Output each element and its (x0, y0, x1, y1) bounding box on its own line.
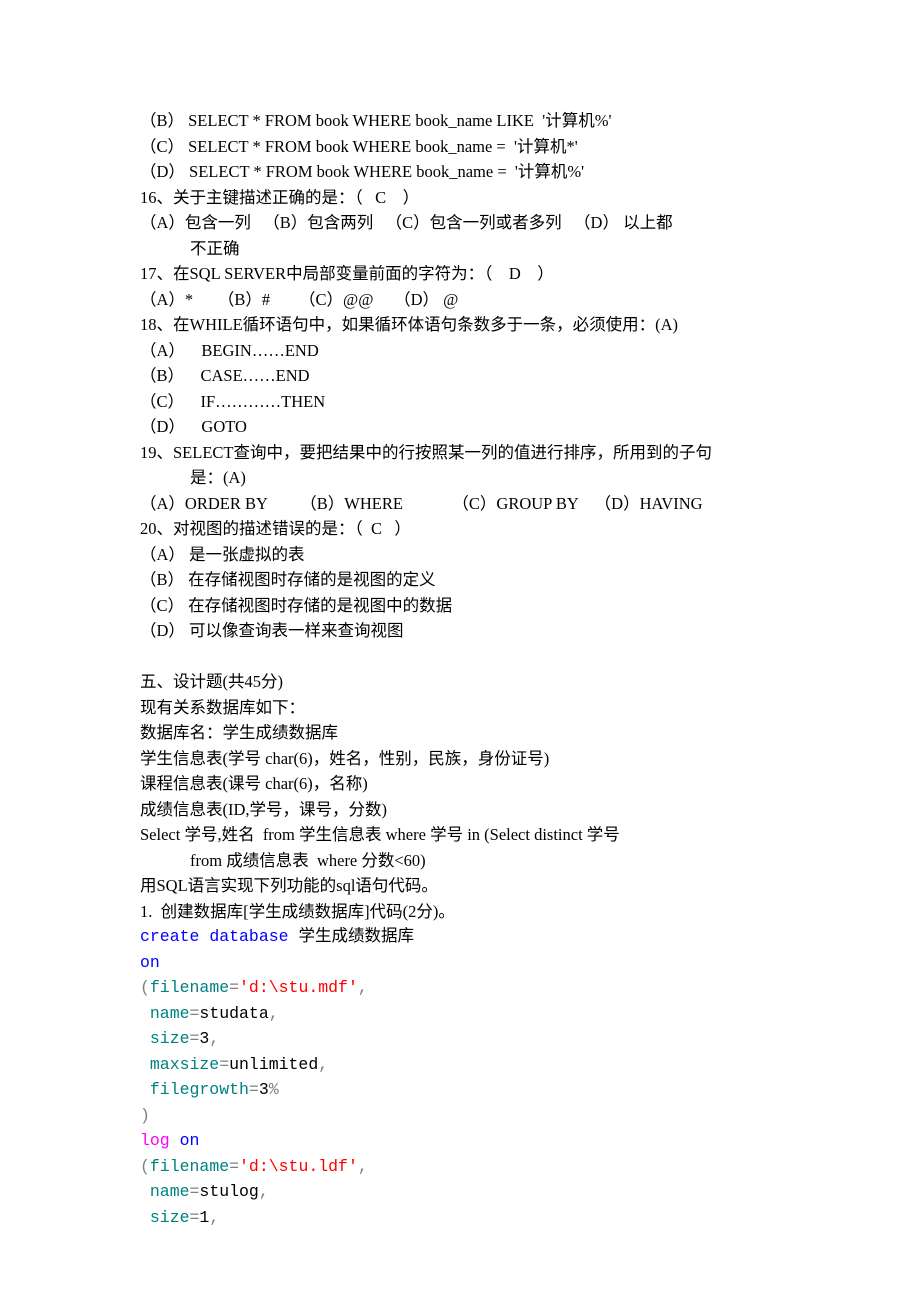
comma-3: , (209, 1029, 219, 1048)
paren-open-2: ( (140, 1157, 150, 1176)
q19-options: （A）ORDER BY （B）WHERE （C）GROUP BY （D）HAVI… (140, 491, 880, 517)
q20-option-d: （D） 可以像查询表一样来查询视图 (140, 618, 880, 644)
q18-option-c: （C） IF…………THEN (140, 389, 880, 415)
q20-option-a: （A） 是一张虚拟的表 (140, 542, 880, 568)
kw-database: database (199, 927, 288, 946)
comma-6: , (259, 1182, 269, 1201)
pct: % (269, 1080, 279, 1099)
opt-filegrowth: filegrowth (140, 1080, 249, 1099)
val-3a: 3 (199, 1029, 209, 1048)
q18-option-d: （D） GOTO (140, 414, 880, 440)
sec5-intro-2: 数据库名：学生成绩数据库 (140, 720, 880, 746)
section-5-heading: 五、设计题(共45分) (140, 669, 880, 695)
opt-name-2: name (140, 1182, 190, 1201)
str-mdf-path: 'd:\stu.mdf' (239, 978, 358, 997)
q16-stem: 16、关于主键描述正确的是：（ C ） (140, 185, 880, 211)
q17-options: （A）* （B）# （C）@@ （D） @ (140, 287, 880, 313)
sec5-select-stmt-cont: from 成绩信息表 where 分数<60) (140, 848, 880, 874)
eq-3: = (190, 1029, 200, 1048)
paren-close-1: ) (140, 1106, 150, 1125)
q20-option-c: （C） 在存储视图时存储的是视图中的数据 (140, 593, 880, 619)
q15-option-d: （D） SELECT * FROM book WHERE book_name =… (140, 159, 880, 185)
eq-7: = (190, 1182, 200, 1201)
paren-open-1: ( (140, 978, 150, 997)
val-1: 1 (199, 1208, 209, 1227)
code-name-studata: name=studata, (140, 1001, 880, 1027)
opt-name-1: name (140, 1004, 190, 1023)
comma-7: , (209, 1208, 219, 1227)
blank-line-1 (140, 644, 880, 670)
code-on: on (140, 950, 880, 976)
code-log-on: log on (140, 1128, 880, 1154)
sec5-table-student: 学生信息表(学号 char(6)，姓名，性别，民族，身份证号) (140, 746, 880, 772)
sec5-table-course: 课程信息表(课号 char(6)，名称) (140, 771, 880, 797)
kw-log: log (140, 1131, 170, 1150)
q20-stem: 20、对视图的描述错误的是：（ C ） (140, 516, 880, 542)
kw-on-2: on (170, 1131, 200, 1150)
val-unlimited: unlimited (229, 1055, 318, 1074)
q19-stem: 19、SELECT查询中，要把结果中的行按照某一列的值进行排序，所用到的子句 (140, 440, 880, 466)
q15-option-b: （B） SELECT * FROM book WHERE book_name L… (140, 108, 880, 134)
opt-size-1: size (140, 1029, 190, 1048)
opt-size-2: size (140, 1208, 190, 1227)
sec5-task1: 1. 创建数据库[学生成绩数据库]代码(2分)。 (140, 899, 880, 925)
code-filename-ldf: (filename='d:\stu.ldf', (140, 1154, 880, 1180)
eq-4: = (219, 1055, 229, 1074)
q18-option-a: （A） BEGIN……END (140, 338, 880, 364)
kw-on: on (140, 953, 160, 972)
eq-2: = (190, 1004, 200, 1023)
code-create-db: create database 学生成绩数据库 (140, 924, 880, 950)
sec5-table-score: 成绩信息表(ID,学号，课号，分数) (140, 797, 880, 823)
q15-option-c: （C） SELECT * FROM book WHERE book_name =… (140, 134, 880, 160)
sec5-select-stmt: Select 学号,姓名 from 学生信息表 where 学号 in (Sel… (140, 822, 880, 848)
code-size-3: size=3, (140, 1026, 880, 1052)
comma-1: , (358, 978, 368, 997)
eq-6: = (229, 1157, 239, 1176)
code-filename-mdf: (filename='d:\stu.mdf', (140, 975, 880, 1001)
opt-filename-1: filename (150, 978, 229, 997)
sec5-intro-1: 现有关系数据库如下： (140, 695, 880, 721)
code-maxsize: maxsize=unlimited, (140, 1052, 880, 1078)
code-name-stulog: name=stulog, (140, 1179, 880, 1205)
val-studata: studata (199, 1004, 268, 1023)
comma-5: , (358, 1157, 368, 1176)
q16-options: （A）包含一列 （B）包含两列 （C）包含一列或者多列 （D） 以上都 (140, 210, 880, 236)
q18-option-b: （B） CASE……END (140, 363, 880, 389)
q16-options-cont: 不正确 (140, 236, 880, 262)
q20-option-b: （B） 在存储视图时存储的是视图的定义 (140, 567, 880, 593)
code-close-paren-1: ) (140, 1103, 880, 1129)
kw-create: create (140, 927, 199, 946)
comma-2: , (269, 1004, 279, 1023)
q19-stem-cont: 是：(A) (140, 465, 880, 491)
eq-8: = (190, 1208, 200, 1227)
q17-stem: 17、在SQL SERVER中局部变量前面的字符为：（ D ） (140, 261, 880, 287)
q18-stem: 18、在WHILE循环语句中，如果循环体语句条数多于一条，必须使用：(A) (140, 312, 880, 338)
str-ldf-path: 'd:\stu.ldf' (239, 1157, 358, 1176)
opt-filename-2: filename (150, 1157, 229, 1176)
eq-1: = (229, 978, 239, 997)
comma-4: , (318, 1055, 328, 1074)
eq-5: = (249, 1080, 259, 1099)
opt-maxsize: maxsize (140, 1055, 219, 1074)
code-size-1: size=1, (140, 1205, 880, 1231)
val-stulog: stulog (199, 1182, 258, 1201)
db-name: 学生成绩数据库 (289, 927, 414, 946)
val-3b: 3 (259, 1080, 269, 1099)
sec5-instruction: 用SQL语言实现下列功能的sql语句代码。 (140, 873, 880, 899)
code-filegrowth: filegrowth=3% (140, 1077, 880, 1103)
